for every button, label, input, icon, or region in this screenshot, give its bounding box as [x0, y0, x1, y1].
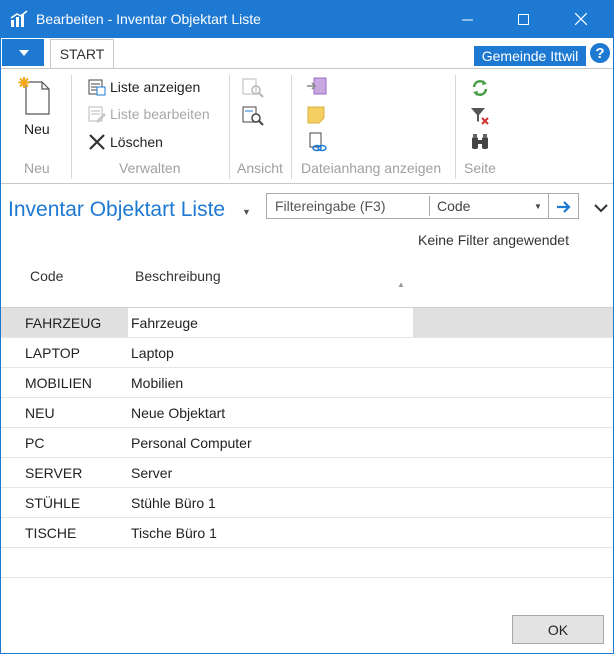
- app-menu-button[interactable]: [2, 39, 44, 66]
- cell-code: FAHRZEUG: [25, 315, 102, 331]
- view-icon[interactable]: [242, 78, 264, 98]
- list-view-icon: [88, 79, 106, 96]
- tab-start[interactable]: START: [50, 39, 114, 68]
- filter-status: Keine Filter angewendet: [418, 232, 569, 248]
- new-button-label: Neu: [24, 121, 50, 137]
- page-title[interactable]: Inventar Objektart Liste: [8, 198, 225, 222]
- cell-description: Laptop: [131, 345, 174, 361]
- cell-code: STÜHLE: [25, 495, 81, 511]
- onenote-icon[interactable]: [306, 77, 328, 97]
- view-details-icon[interactable]: [242, 106, 264, 126]
- ribbon-separator: [71, 75, 72, 179]
- company-badge[interactable]: Gemeinde Ittwil: [474, 46, 586, 66]
- table-row[interactable]: SERVER Server: [0, 458, 614, 488]
- table-row[interactable]: STÜHLE Stühle Büro 1: [0, 488, 614, 518]
- list-edit-button[interactable]: Liste bearbeiten: [88, 105, 210, 123]
- close-icon: [575, 13, 587, 25]
- cell-description: Server: [131, 465, 173, 481]
- cell-code: SERVER: [25, 465, 83, 481]
- ribbon-separator: [291, 75, 292, 179]
- group-label-seite: Seite: [464, 160, 496, 176]
- window-title: Bearbeiten - Inventar Objektart Liste: [36, 11, 261, 27]
- group-label-ansicht: Ansicht: [237, 160, 283, 176]
- cell-description: Personal Computer: [131, 435, 252, 451]
- group-label-verwalten: Verwalten: [119, 160, 181, 176]
- maximize-button[interactable]: [500, 0, 546, 38]
- find-binoculars-icon[interactable]: [470, 133, 490, 153]
- list-view-button[interactable]: Liste anzeigen: [88, 78, 200, 96]
- dropdown-arrow-icon: [19, 50, 29, 56]
- cell-code: NEU: [25, 405, 55, 421]
- table-row[interactable]: PC Personal Computer: [0, 428, 614, 458]
- group-label-neu: Neu: [24, 160, 50, 176]
- filter-divider: [548, 194, 549, 218]
- cell-code: LAPTOP: [25, 345, 80, 361]
- cell-description: Mobilien: [131, 375, 184, 391]
- ok-button[interactable]: OK: [512, 615, 604, 644]
- cell-description: Tische Büro 1: [131, 525, 217, 541]
- minimize-icon: [461, 19, 473, 20]
- cell-description[interactable]: Fahrzeuge: [131, 315, 198, 331]
- filter-divider: [429, 196, 430, 216]
- title-bar: Bearbeiten - Inventar Objektart Liste: [0, 0, 614, 38]
- ribbon-separator: [455, 75, 456, 179]
- filter-input[interactable]: [267, 194, 429, 218]
- clear-filter-icon[interactable]: [470, 106, 490, 126]
- delete-label: Löschen: [110, 134, 163, 150]
- expand-chevron-icon[interactable]: [594, 203, 608, 213]
- list-edit-icon: [88, 106, 106, 123]
- page-title-dropdown-icon[interactable]: ▼: [242, 207, 251, 217]
- table-row[interactable]: MOBILIEN Mobilien: [0, 368, 614, 398]
- minimize-button[interactable]: [444, 0, 490, 38]
- new-document-icon: [18, 77, 50, 115]
- cell-code: PC: [25, 435, 45, 451]
- table-row[interactable]: NEU Neue Objektart: [0, 398, 614, 428]
- table-row[interactable]: LAPTOP Laptop: [0, 338, 614, 368]
- delete-x-icon: [89, 134, 105, 150]
- cell-description: Stühle Büro 1: [131, 495, 216, 511]
- filter-box: Code ▼: [266, 193, 579, 219]
- note-icon[interactable]: [306, 105, 328, 125]
- apply-filter-arrow-icon[interactable]: [552, 198, 576, 216]
- cell-code: TISCHE: [25, 525, 77, 541]
- filter-field-dropdown-icon[interactable]: ▼: [534, 202, 542, 211]
- new-button[interactable]: Neu: [14, 76, 64, 142]
- cell-code: MOBILIEN: [25, 375, 92, 391]
- app-logo-icon: [10, 10, 28, 27]
- group-label-dateianhang: Dateianhang anzeigen: [301, 160, 442, 176]
- column-header-description[interactable]: Beschreibung: [135, 268, 221, 284]
- column-header-code[interactable]: Code: [30, 268, 63, 284]
- delete-button[interactable]: Löschen: [88, 133, 163, 151]
- list-view-label: Liste anzeigen: [110, 79, 201, 95]
- help-button[interactable]: ?: [590, 43, 610, 63]
- maximize-icon: [517, 13, 529, 25]
- ribbon-separator: [229, 75, 230, 179]
- sort-ascending-icon: ▲: [397, 280, 405, 289]
- link-attachment-icon[interactable]: [306, 132, 328, 152]
- table-row-empty[interactable]: [0, 548, 614, 578]
- table-row[interactable]: TISCHE Tische Büro 1: [0, 518, 614, 548]
- filter-field-select[interactable]: Code: [437, 198, 470, 214]
- cell-description: Neue Objektart: [131, 405, 226, 421]
- table-row[interactable]: FAHRZEUG Fahrzeuge: [0, 308, 614, 338]
- refresh-icon[interactable]: [470, 78, 490, 98]
- list-edit-label: Liste bearbeiten: [110, 106, 210, 122]
- close-button[interactable]: [558, 0, 604, 38]
